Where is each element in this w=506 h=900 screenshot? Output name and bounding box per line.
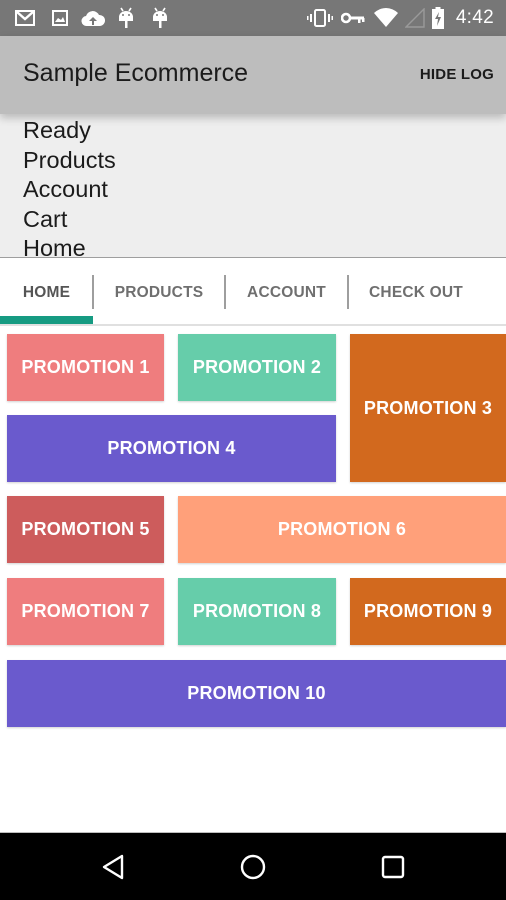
log-line: Products bbox=[23, 146, 116, 173]
promotion-tile-1[interactable]: PROMOTION 1 bbox=[7, 334, 164, 401]
log-line: Account bbox=[23, 176, 108, 202]
promotion-tile-10[interactable]: PROMOTION 10 bbox=[7, 660, 506, 727]
status-time: 4:42 bbox=[455, 7, 494, 28]
app-bar: Sample Ecommerce HIDE LOG bbox=[0, 36, 506, 114]
tab-check-out[interactable]: CHECK OUT bbox=[349, 276, 483, 310]
promotion-tile-4[interactable]: PROMOTION 4 bbox=[7, 415, 336, 482]
log-line: Ready bbox=[23, 117, 91, 143]
promotion-tile-6[interactable]: PROMOTION 6 bbox=[178, 496, 506, 563]
back-button[interactable] bbox=[97, 853, 129, 885]
android-icon bbox=[150, 7, 170, 28]
promotion-tile-5[interactable]: PROMOTION 5 bbox=[7, 496, 164, 563]
system-nav-bar bbox=[0, 832, 506, 900]
hide-log-button[interactable]: HIDE LOG bbox=[420, 66, 494, 83]
gmail-icon bbox=[14, 8, 36, 28]
android-icon bbox=[116, 7, 136, 28]
promotion-tile-3[interactable]: PROMOTION 3 bbox=[350, 334, 506, 482]
back-icon bbox=[100, 853, 126, 886]
log-line: Cart bbox=[23, 205, 68, 232]
tab-home[interactable]: HOME bbox=[0, 276, 93, 310]
gallery-icon bbox=[50, 8, 70, 28]
promotion-tile-2[interactable]: PROMOTION 2 bbox=[178, 334, 336, 401]
tab-products[interactable]: PRODUCTS bbox=[94, 276, 224, 310]
vpn-key-icon bbox=[340, 8, 366, 28]
recents-button[interactable] bbox=[377, 853, 409, 885]
log-panel: Ready Products Account Cart Home bbox=[0, 114, 506, 258]
promotion-tile-9[interactable]: PROMOTION 9 bbox=[350, 578, 506, 645]
home-button[interactable] bbox=[237, 853, 269, 885]
cloud-upload-icon bbox=[80, 8, 106, 28]
home-icon bbox=[239, 853, 267, 886]
tab-account[interactable]: ACCOUNT bbox=[226, 276, 347, 310]
promotion-tile-8[interactable]: PROMOTION 8 bbox=[178, 578, 336, 645]
wifi-icon bbox=[372, 8, 400, 28]
log-list: Ready Products Account Cart Home bbox=[0, 114, 506, 258]
tab-selected-indicator bbox=[0, 316, 93, 324]
status-bar: 4:42 bbox=[0, 0, 506, 36]
app-title: Sample Ecommerce bbox=[23, 59, 249, 87]
vibrate-icon bbox=[306, 8, 334, 28]
cell-signal-icon bbox=[404, 8, 426, 28]
promotion-tile-7[interactable]: PROMOTION 7 bbox=[7, 578, 164, 645]
recents-icon bbox=[380, 854, 406, 885]
tab-bar: HOME PRODUCTS ACCOUNT CHECK OUT bbox=[0, 258, 506, 326]
battery-charging-icon bbox=[430, 7, 446, 29]
log-line: Home bbox=[23, 235, 86, 258]
